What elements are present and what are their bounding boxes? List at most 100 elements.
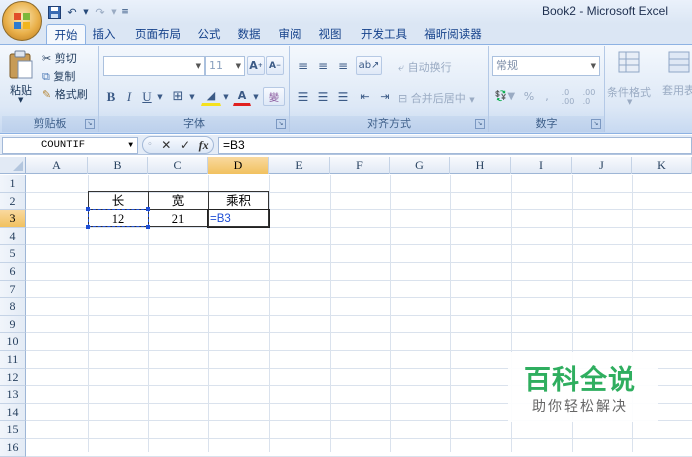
row-header-6[interactable]: 6 — [0, 263, 26, 281]
row-header-10[interactable]: 10 — [0, 333, 26, 351]
decrease-indent-icon[interactable]: ⇤ — [356, 87, 374, 106]
cell-c2[interactable]: 宽 — [148, 192, 208, 210]
cell-d2[interactable]: 乘积 — [208, 192, 269, 210]
font-color-icon[interactable]: A — [233, 87, 251, 106]
align-top-icon[interactable]: ≡ — [294, 56, 312, 75]
font-launcher-icon[interactable]: ↘ — [276, 119, 286, 129]
row-header-11[interactable]: 11 — [0, 351, 26, 369]
paste-button[interactable]: 粘贴 ▼ — [6, 48, 36, 108]
office-button[interactable] — [2, 1, 42, 41]
name-box[interactable]: COUNTIF ▼ — [2, 137, 138, 154]
cell-d3-editing[interactable]: =B3 — [208, 210, 269, 228]
tab-review[interactable]: 审阅 — [275, 24, 305, 44]
align-center-icon[interactable]: ☰ — [314, 87, 332, 106]
row-header-12[interactable]: 12 — [0, 368, 26, 387]
save-icon[interactable] — [46, 4, 62, 20]
align-right-icon[interactable]: ☰ — [334, 87, 352, 106]
shrink-font-button[interactable]: A − — [266, 56, 284, 75]
increase-decimal-icon[interactable]: .0.00 — [558, 87, 578, 106]
row-header-14[interactable]: 14 — [0, 403, 26, 422]
number-launcher-icon[interactable]: ↘ — [591, 119, 601, 129]
percent-icon[interactable]: % — [520, 87, 538, 106]
row-header-8[interactable]: 8 — [0, 298, 26, 316]
grow-font-button[interactable]: A + — [247, 56, 265, 75]
font-name-select[interactable]: ▼ — [103, 56, 205, 76]
format-painter-button[interactable]: ✎ 格式刷 — [42, 86, 88, 102]
row-header-1[interactable]: 1 — [0, 175, 26, 193]
row-header-13[interactable]: 13 — [0, 386, 26, 404]
redo-icon[interactable]: ↷ — [92, 4, 108, 20]
comma-style-icon[interactable]: , — [540, 87, 554, 106]
underline-button[interactable]: U — [139, 87, 155, 106]
row-header-9[interactable]: 9 — [0, 315, 26, 334]
column-header-a[interactable]: A — [26, 157, 88, 174]
row-header-3[interactable]: 3 — [0, 210, 26, 228]
row-header-2[interactable]: 2 — [0, 192, 26, 211]
select-all-corner[interactable] — [0, 157, 26, 174]
fill-color-icon[interactable]: ◢ — [201, 87, 221, 106]
wrap-text-button[interactable]: ⤶ 自动换行 — [398, 59, 452, 75]
reference-handle[interactable] — [146, 207, 150, 211]
column-header-d[interactable]: D — [208, 157, 269, 174]
phonetic-guide-icon[interactable]: 變 — [263, 87, 285, 106]
font-size-select[interactable]: 11 ▼ — [205, 56, 245, 76]
customize-toolbar-icon[interactable]: ≡ — [120, 4, 130, 20]
row-header-4[interactable]: 4 — [0, 227, 26, 246]
clipboard-launcher-icon[interactable]: ↘ — [85, 119, 95, 129]
column-header-f[interactable]: F — [330, 157, 390, 174]
underline-dropdown-icon[interactable]: ▼ — [155, 87, 165, 106]
table-format-button[interactable]: 套用表格格式 — [657, 48, 692, 108]
align-bottom-icon[interactable]: ≡ — [334, 56, 352, 75]
align-middle-icon[interactable]: ≡ — [314, 56, 332, 75]
row-header-15[interactable]: 15 — [0, 421, 26, 439]
column-header-j[interactable]: J — [572, 157, 632, 174]
column-header-b[interactable]: B — [88, 157, 148, 174]
cut-button[interactable]: ✂ 剪切 — [42, 50, 77, 66]
tab-formulas[interactable]: 公式 — [194, 24, 224, 44]
borders-dropdown-icon[interactable]: ▼ — [187, 87, 197, 106]
undo-icon[interactable]: ↶ — [64, 4, 80, 20]
cell-c3[interactable]: 21 — [148, 210, 208, 228]
column-header-k[interactable]: K — [632, 157, 692, 174]
number-format-select[interactable]: 常规 ▼ — [492, 56, 600, 76]
accounting-format-icon[interactable]: 💱▼ — [492, 87, 518, 106]
row-header-7[interactable]: 7 — [0, 280, 26, 299]
tab-view[interactable]: 视图 — [315, 24, 345, 44]
orientation-icon[interactable]: ab↗ — [356, 56, 382, 75]
bold-button[interactable]: B — [103, 87, 119, 106]
column-header-g[interactable]: G — [390, 157, 450, 174]
cell-b2[interactable]: 长 — [88, 192, 148, 210]
tab-data[interactable]: 数据 — [234, 24, 264, 44]
tab-page-layout[interactable]: 页面布局 — [130, 24, 186, 44]
italic-button[interactable]: I — [121, 87, 137, 106]
increase-indent-icon[interactable]: ⇥ — [376, 87, 394, 106]
align-left-icon[interactable]: ☰ — [294, 87, 312, 106]
row-header-5[interactable]: 5 — [0, 245, 26, 263]
alignment-launcher-icon[interactable]: ↘ — [475, 119, 485, 129]
enter-icon[interactable]: ✓ — [180, 138, 190, 152]
conditional-format-button[interactable]: 条件格式 ▼ — [607, 48, 655, 108]
decrease-decimal-icon[interactable]: .00.0 — [579, 87, 599, 106]
insert-function-icon[interactable]: fx — [199, 138, 209, 153]
tab-foxit-reader[interactable]: 福昕阅读器 — [420, 24, 486, 44]
copy-button[interactable]: ⧉ 复制 — [42, 68, 75, 84]
formula-bar-expand-icon[interactable]: ◦ — [147, 140, 152, 150]
merge-center-button[interactable]: ⊟ 合并后居中 ▼ — [398, 90, 475, 106]
font-color-dropdown-icon[interactable]: ▼ — [251, 87, 261, 106]
formula-input[interactable]: =B3 — [218, 137, 692, 154]
reference-handle[interactable] — [86, 225, 90, 229]
column-header-i[interactable]: I — [511, 157, 572, 174]
undo-dropdown-icon[interactable]: ▼ — [82, 4, 90, 20]
column-header-h[interactable]: H — [450, 157, 511, 174]
tab-home[interactable]: 开始 — [46, 24, 86, 45]
reference-handle[interactable] — [86, 207, 90, 211]
tab-insert[interactable]: 插入 — [88, 24, 120, 44]
column-header-c[interactable]: C — [148, 157, 208, 174]
reference-handle[interactable] — [146, 225, 150, 229]
row-header-16[interactable]: 16 — [0, 439, 26, 457]
column-header-e[interactable]: E — [269, 157, 330, 174]
tab-developer[interactable]: 开发工具 — [356, 24, 412, 44]
cancel-icon[interactable]: ✕ — [161, 138, 171, 152]
redo-dropdown-icon[interactable]: ▼ — [110, 4, 118, 20]
borders-icon[interactable]: ⊞ — [169, 87, 187, 106]
